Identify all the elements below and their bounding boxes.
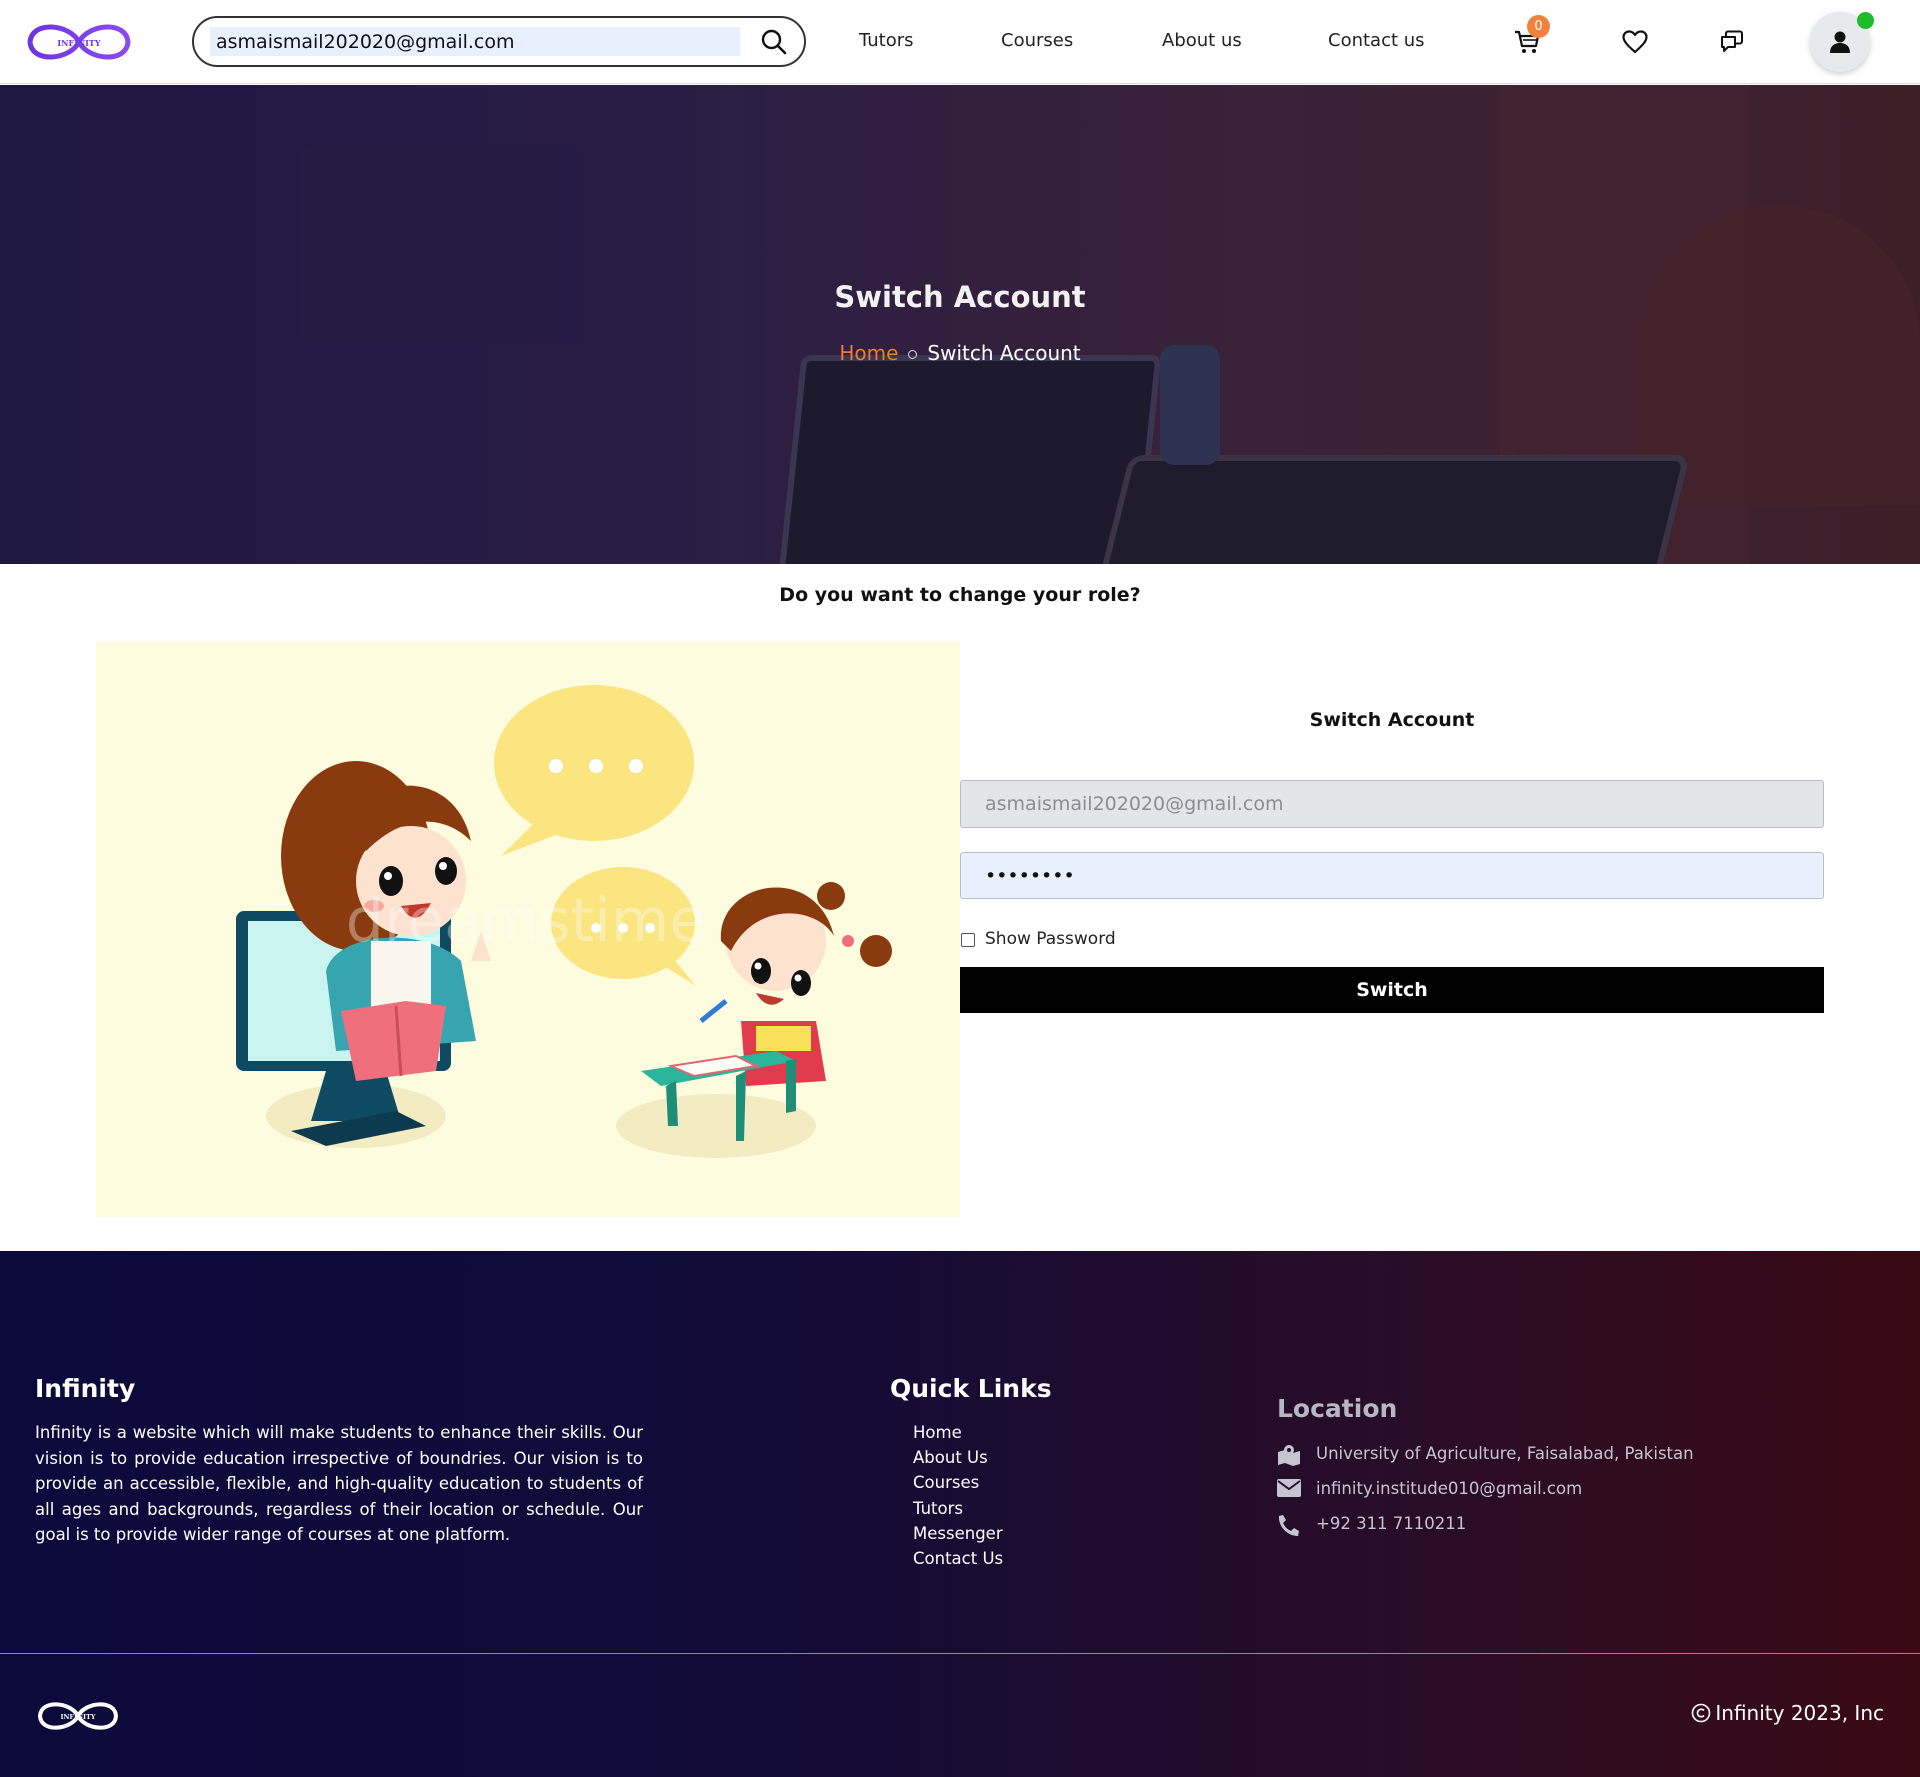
footer-link-contact-us[interactable]: Contact Us xyxy=(913,1546,1003,1571)
phone-icon xyxy=(1278,1515,1299,1536)
footer-copyright: Infinity 2023, Inc xyxy=(1691,1701,1884,1725)
hero-bg-laptop-right xyxy=(1090,455,1690,564)
hero-title: Switch Account xyxy=(834,280,1086,314)
footer-address: University of Agriculture, Faisalabad, P… xyxy=(1316,1444,1694,1463)
search-input[interactable] xyxy=(210,27,740,56)
show-password-label[interactable]: Show Password xyxy=(985,929,1116,949)
email-field[interactable] xyxy=(960,780,1824,828)
infinity-logo[interactable]: INFINITY xyxy=(26,12,132,72)
breadcrumb: Home Switch Account xyxy=(0,341,1920,365)
search-icon[interactable] xyxy=(760,28,788,56)
watermark-text: dreamstime xyxy=(346,886,706,956)
footer-location-title: Location xyxy=(1277,1394,1398,1423)
nav-tutors[interactable]: Tutors xyxy=(859,30,914,51)
footer-quick-links: Home About Us Courses Tutors Messenger C… xyxy=(913,1420,1003,1571)
footer-logo[interactable]: INFINITY xyxy=(37,1693,119,1739)
footer-logo-text: INFINITY xyxy=(60,1713,95,1721)
messages-icon[interactable] xyxy=(1718,28,1746,56)
online-status-dot xyxy=(1857,12,1874,29)
copyright-icon xyxy=(1692,1703,1711,1723)
footer-brand-description: Infinity is a website which will make st… xyxy=(35,1423,643,1544)
nav-courses[interactable]: Courses xyxy=(1001,30,1073,51)
nav-about-us[interactable]: About us xyxy=(1162,30,1242,51)
breadcrumb-home-link[interactable]: Home xyxy=(839,341,898,365)
footer-link-courses[interactable]: Courses xyxy=(913,1470,1003,1495)
footer-link-home[interactable]: Home xyxy=(913,1420,1003,1445)
breadcrumb-current: Switch Account xyxy=(927,341,1081,365)
cart-count-badge: 0 xyxy=(1527,15,1550,38)
role-question: Do you want to change your role? xyxy=(779,584,1141,606)
site-footer: Infinity Infinity is a website which wil… xyxy=(0,1251,1920,1777)
envelope-icon xyxy=(1277,1479,1301,1497)
footer-link-about-us[interactable]: About Us xyxy=(913,1445,1003,1470)
top-navbar: INFINITY Tutors Courses About us Contact… xyxy=(0,0,1920,84)
footer-link-tutors[interactable]: Tutors xyxy=(913,1496,1003,1521)
footer-copyright-text: Infinity 2023, Inc xyxy=(1715,1701,1884,1725)
password-field[interactable] xyxy=(960,852,1824,899)
hero-bg-window xyxy=(300,145,580,345)
nav-contact-us[interactable]: Contact us xyxy=(1328,30,1425,51)
search-bar xyxy=(192,16,806,67)
map-icon xyxy=(1278,1445,1300,1466)
teacher-student-illustration: dreamstime xyxy=(96,641,960,1217)
switch-button[interactable]: Switch xyxy=(960,967,1824,1013)
show-password-checkbox[interactable] xyxy=(961,933,975,947)
footer-divider xyxy=(0,1653,1920,1654)
footer-link-messenger[interactable]: Messenger xyxy=(913,1521,1003,1546)
hero-bg-laptop-left xyxy=(778,355,1162,564)
breadcrumb-separator-icon xyxy=(908,350,918,359)
footer-phone[interactable]: +92 311 7110211 xyxy=(1316,1514,1466,1533)
footer-brand-title: Infinity xyxy=(35,1374,136,1403)
footer-quick-links-title: Quick Links xyxy=(890,1374,1052,1403)
footer-email[interactable]: infinity.institude010@gmail.com xyxy=(1316,1479,1582,1498)
switch-account-form-title: Switch Account xyxy=(1309,709,1475,731)
heart-icon[interactable] xyxy=(1621,28,1649,56)
user-icon xyxy=(1830,31,1850,53)
logo-text: INFINITY xyxy=(57,38,100,48)
hero-banner: Switch Account Home Switch Account xyxy=(0,85,1920,564)
